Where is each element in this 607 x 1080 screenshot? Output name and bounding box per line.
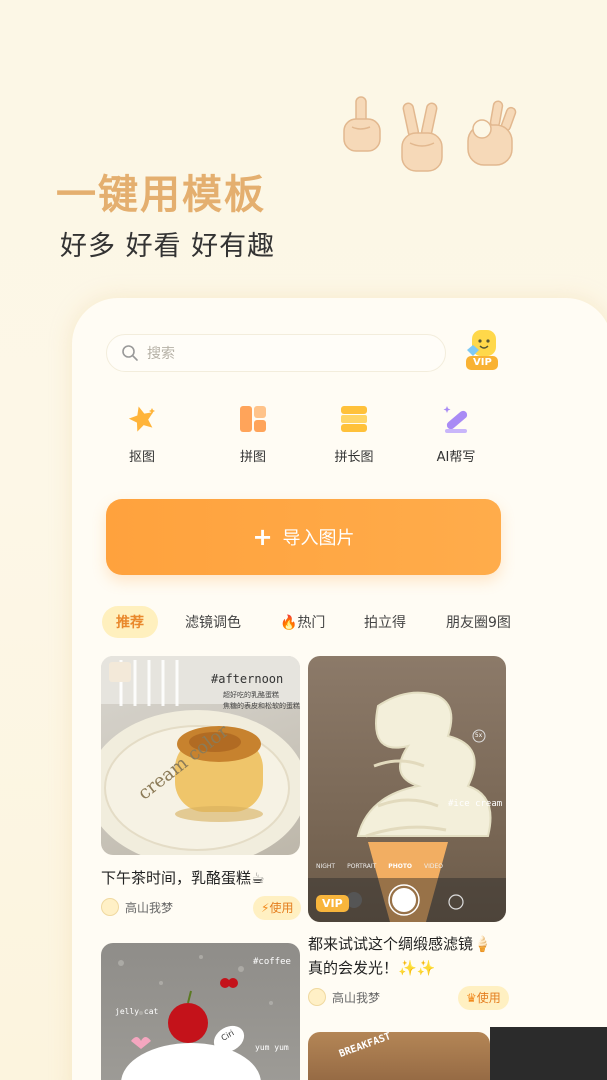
tool-label: 拼图: [239, 450, 266, 465]
avatar: [101, 898, 119, 916]
vip-label: VIP: [473, 357, 492, 368]
card-hashtag: #ice cream: [448, 799, 503, 809]
card-hashtag: #coffee: [253, 957, 291, 967]
use-label: 使用: [476, 991, 501, 1005]
vip-button[interactable]: VIP: [464, 328, 500, 376]
peace-hand-icon: [401, 102, 443, 172]
author-name: 高山我梦: [125, 900, 174, 915]
card-title-line2: 真的会发光！✨✨: [308, 959, 436, 977]
template-card[interactable]: #ice cream 5x NIGHT PORTRAIT PHOTO VIDEO…: [308, 656, 509, 1016]
tool-label: AI帮写: [436, 450, 476, 465]
card-hashtag: #afternoon: [211, 672, 284, 686]
tab-hot[interactable]: 🔥热门: [280, 612, 325, 632]
import-image-button[interactable]: + 导入图片: [106, 499, 501, 575]
tool-label: 拼长图: [334, 450, 374, 465]
ok-hand-icon: [467, 100, 517, 166]
star-cutout-icon: [128, 406, 155, 432]
zoom-indicator: 5x: [475, 732, 483, 739]
template-image: #coffee jelly cat yum yum Ciri: [101, 943, 300, 1080]
card-caption: 焦糖的表皮和松软的蛋糕: [223, 702, 300, 710]
search-bar[interactable]: 搜索: [106, 334, 446, 372]
crown-icon: ♛: [466, 991, 477, 1005]
tab-moments-9grid[interactable]: 朋友圈9图: [446, 612, 511, 632]
search-icon: [122, 345, 138, 361]
tool-label: 抠图: [128, 450, 155, 465]
hero-subtitle: 好多 好看 好有趣: [60, 231, 276, 262]
avatar: [308, 988, 326, 1006]
author[interactable]: 高山我梦: [308, 988, 380, 1006]
collage-icon: [240, 406, 266, 432]
search-placeholder: 搜索: [147, 346, 175, 362]
tab-filters[interactable]: 滤镜调色: [185, 612, 241, 632]
author-name: 高山我梦: [332, 990, 381, 1005]
template-image: #ice cream 5x NIGHT PORTRAIT PHOTO VIDEO…: [308, 656, 506, 922]
tool-long-image[interactable]: 拼长图: [314, 402, 394, 465]
card-title: 下午茶时间，乳酪蛋糕☕: [101, 869, 265, 887]
camera-mode: VIDEO: [424, 863, 444, 870]
hero-title: 一键用模板: [56, 172, 266, 218]
card-caption: 超好吃的乳酪蛋糕: [223, 691, 279, 699]
camera-mode: NIGHT: [316, 863, 336, 870]
hand-gestures-illustration: [338, 95, 528, 185]
card-title: 都来试试这个绸缎感滤镜🍦: [308, 935, 492, 953]
corner-overlay: [490, 1027, 607, 1080]
tool-grid: 抠图 拼图 拼长图 AI帮写: [102, 402, 522, 474]
tool-ai-write[interactable]: AI帮写: [416, 402, 496, 465]
template-card[interactable]: BREAKFAST: [308, 1032, 490, 1080]
use-label: 使用: [269, 901, 294, 915]
tool-cutout[interactable]: 抠图: [102, 402, 182, 465]
author[interactable]: 高山我梦: [101, 898, 173, 916]
pointing-hand-icon: [343, 96, 381, 152]
category-tabs: 推荐 滤镜调色 🔥热门 拍立得 朋友圈9图: [102, 606, 542, 638]
tool-collage[interactable]: 拼图: [213, 402, 293, 465]
tab-polaroid[interactable]: 拍立得: [364, 612, 406, 632]
long-image-icon: [341, 406, 367, 432]
template-image: #afternoon 超好吃的乳酪蛋糕 焦糖的表皮和松软的蛋糕 cream co…: [101, 656, 300, 855]
use-template-button[interactable]: ⚡使用: [253, 896, 302, 920]
camera-mode: PORTRAIT: [347, 863, 377, 870]
ice-cream-photo: [308, 691, 506, 922]
camera-mode: PHOTO: [388, 863, 413, 870]
card-label: jelly cat: [115, 1007, 159, 1016]
template-card[interactable]: #coffee jelly cat yum yum Ciri: [101, 943, 301, 1080]
plus-icon: +: [252, 523, 273, 551]
tab-recommend[interactable]: 推荐: [102, 606, 158, 638]
card-overlay-text: BREAKFAST: [337, 1032, 393, 1060]
template-card[interactable]: #afternoon 超好吃的乳酪蛋糕 焦糖的表皮和松软的蛋糕 cream co…: [101, 656, 302, 921]
camera-mode-bar: NIGHT PORTRAIT PHOTO VIDEO: [316, 863, 506, 870]
card-label: yum yum: [255, 1043, 289, 1052]
use-template-button[interactable]: ♛使用: [458, 986, 509, 1010]
vip-tag: VIP: [316, 895, 349, 912]
ai-pen-icon: [443, 406, 468, 433]
import-button-label: 导入图片: [282, 528, 355, 549]
template-image: BREAKFAST: [308, 1032, 490, 1080]
